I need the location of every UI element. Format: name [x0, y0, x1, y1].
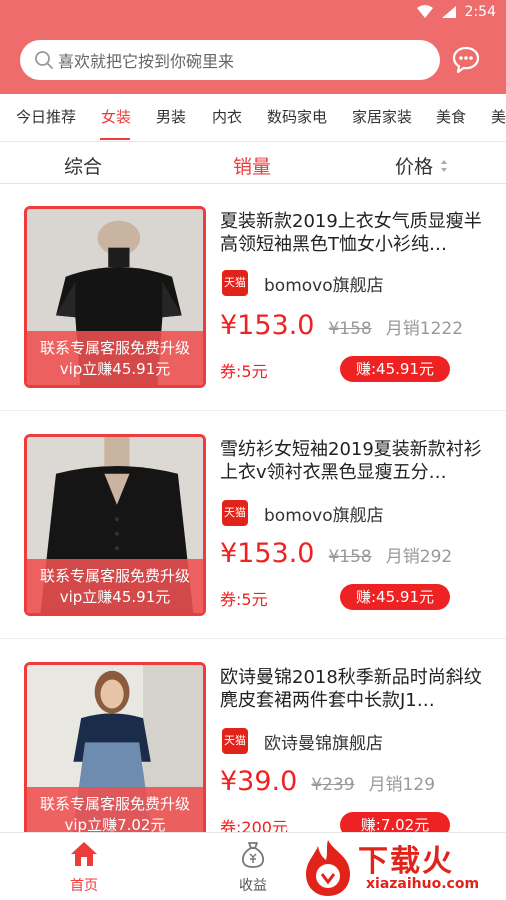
product-title[interactable]: 雪纺衫女短袖2019夏装新款衬衫上衣v领衬衣黑色显瘦五分…	[220, 438, 482, 484]
earn-button[interactable]: 赚:45.91元	[340, 584, 450, 610]
monthly-sales: 月销292	[385, 547, 453, 567]
tab-electronics[interactable]: 数码家电	[267, 106, 327, 127]
earn-button[interactable]: 赚:45.91元	[340, 356, 450, 382]
coupon-label: 券:5元	[220, 590, 268, 609]
price-row: ¥153.0 ¥158 月销292	[220, 538, 452, 569]
product-card[interactable]: 联系专属客服免费升级 vip立赚45.91元 夏装新款2019上衣女气质显瘦半高…	[0, 186, 506, 414]
original-price: ¥158	[328, 547, 372, 567]
shop-row: 天猫 bomovo旗舰店	[222, 500, 384, 526]
tab-home[interactable]: 家居家装	[352, 106, 412, 127]
search-icon	[35, 51, 53, 69]
home-icon	[71, 842, 97, 866]
tab-underwear[interactable]: 内衣	[212, 106, 242, 127]
sort-arrows-icon	[441, 160, 447, 172]
price-row: ¥153.0 ¥158 月销1222	[220, 310, 463, 341]
banner-line-1: 联系专属客服免费升级	[39, 795, 190, 813]
product-card[interactable]: 联系专属客服免费升级 vip立赚45.91元 雪纺衫女短袖2019夏装新款衬衫上…	[0, 414, 506, 642]
product-image[interactable]: 联系专属客服免费升级 vip立赚7.02元	[24, 662, 206, 844]
shop-name: 欧诗曼锦旗舰店	[264, 733, 383, 754]
header: 喜欢就把它按到你碗里来	[0, 28, 506, 94]
search-input[interactable]: 喜欢就把它按到你碗里来	[20, 40, 440, 80]
tab-beauty[interactable]: 美	[491, 106, 506, 127]
signal-icon	[441, 6, 456, 18]
tab-womens[interactable]: 女装	[101, 106, 131, 127]
money-bag-icon	[242, 842, 264, 868]
watermark-text: 下载火	[358, 844, 454, 879]
wifi-icon	[416, 5, 433, 18]
sort-overall[interactable]: 综合	[64, 152, 102, 179]
product-title[interactable]: 欧诗曼锦2018秋季新品时尚斜纹麂皮套裙两件套中长款J1…	[220, 666, 482, 712]
flame-logo-icon	[306, 840, 350, 896]
nav-home[interactable]: 首页	[44, 839, 124, 895]
vip-upgrade-banner: 联系专属客服免费升级 vip立赚45.91元	[27, 331, 203, 385]
status-indicators: 2:54	[416, 4, 496, 20]
shop-name: bomovo旗舰店	[264, 505, 384, 526]
banner-line-1: 联系专属客服免费升级	[39, 567, 190, 585]
banner-line-2: vip立赚45.91元	[59, 588, 171, 606]
sort-sales[interactable]: 销量	[233, 152, 271, 179]
watermark: 下载火 xiazaihuo.com	[300, 836, 506, 900]
product-image[interactable]: 联系专属客服免费升级 vip立赚45.91元	[24, 434, 206, 616]
message-icon[interactable]	[451, 45, 481, 75]
monthly-sales: 月销129	[368, 775, 436, 795]
shop-row: 天猫 bomovo旗舰店	[222, 270, 384, 296]
original-price: ¥158	[328, 319, 372, 339]
current-price: ¥39.0	[220, 766, 298, 797]
divider	[0, 638, 506, 639]
divider	[0, 410, 506, 411]
tab-mens[interactable]: 男装	[156, 106, 186, 127]
price-row: ¥39.0 ¥239 月销129	[220, 766, 435, 797]
product-title[interactable]: 夏装新款2019上衣女气质显瘦半高领短袖黑色T恤女小衫纯…	[220, 210, 482, 256]
current-price: ¥153.0	[220, 310, 315, 341]
sort-bar: 综合 销量 价格	[0, 146, 506, 184]
search-placeholder: 喜欢就把它按到你碗里来	[58, 52, 235, 71]
active-tab-indicator	[100, 138, 130, 140]
watermark-url: xiazaihuo.com	[366, 876, 480, 892]
nav-home-label: 首页	[70, 878, 98, 894]
original-price: ¥239	[311, 775, 355, 795]
vip-upgrade-banner: 联系专属客服免费升级 vip立赚45.91元	[27, 559, 203, 613]
sort-price[interactable]: 价格	[395, 152, 433, 179]
tmall-icon: 天猫	[222, 728, 248, 754]
monthly-sales: 月销1222	[385, 319, 464, 339]
current-price: ¥153.0	[220, 538, 315, 569]
tmall-icon: 天猫	[222, 270, 248, 296]
coupon-label: 券:5元	[220, 362, 268, 381]
nav-earnings-label: 收益	[239, 878, 267, 894]
shop-name: bomovo旗舰店	[264, 275, 384, 296]
product-image[interactable]: 联系专属客服免费升级 vip立赚45.91元	[24, 206, 206, 388]
tab-food[interactable]: 美食	[436, 106, 466, 127]
shop-row: 天猫 欧诗曼锦旗舰店	[222, 728, 383, 754]
status-bar: 2:54	[0, 0, 506, 28]
tab-today-recommend[interactable]: 今日推荐	[16, 106, 76, 127]
status-time: 2:54	[464, 4, 496, 20]
tmall-icon: 天猫	[222, 500, 248, 526]
banner-line-2: vip立赚45.91元	[59, 360, 171, 378]
banner-line-1: 联系专属客服免费升级	[39, 339, 190, 357]
nav-earnings[interactable]: 收益	[213, 839, 293, 895]
category-tabs: 今日推荐 女装 男装 内衣 数码家电 家居家装 美食 美	[0, 94, 506, 142]
